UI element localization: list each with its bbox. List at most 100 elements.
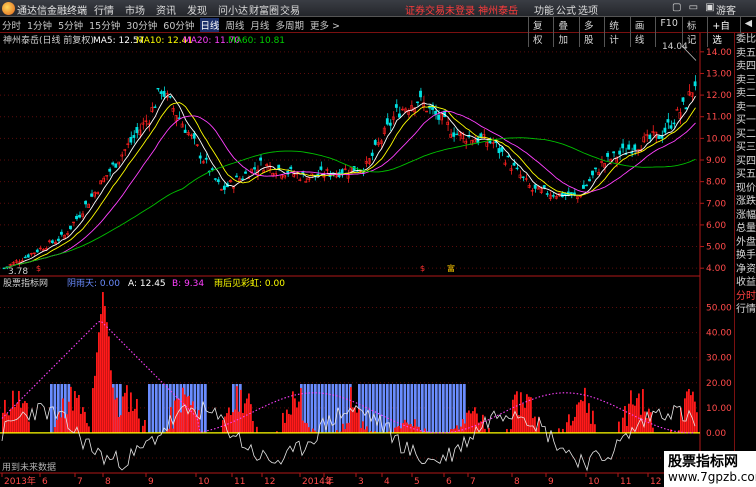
high-price-label: 14.04 <box>662 42 688 52</box>
red-bar <box>20 407 22 433</box>
red-bar <box>624 406 626 433</box>
side-field[interactable]: 行情 <box>735 303 756 317</box>
red-bar <box>292 391 294 433</box>
menu-quotes[interactable]: 行情 <box>94 2 125 17</box>
red-bar <box>54 427 56 433</box>
red-bar <box>136 398 138 433</box>
candle-body <box>60 231 63 235</box>
ind-tick-label: 40.00 <box>706 329 732 339</box>
rain-bar <box>328 384 331 433</box>
menu-ask[interactable]: 问小达 <box>218 2 249 17</box>
red-bar <box>12 390 14 433</box>
rain-bar <box>321 384 324 433</box>
candle-body <box>129 136 133 143</box>
low-price-label: 3.78 <box>8 267 28 277</box>
red-bar <box>586 412 588 433</box>
candle-body <box>222 185 226 190</box>
red-bar <box>186 396 188 433</box>
period-tab[interactable]: 15分钟 <box>89 18 120 32</box>
red-bar <box>130 392 132 433</box>
period-tab[interactable]: 5分钟 <box>58 18 83 32</box>
red-bar <box>304 422 306 433</box>
window-controls-icon[interactable]: ▢ ▭ ▣ <box>672 2 717 13</box>
period-tab[interactable]: 周线 <box>225 18 244 32</box>
red-bar <box>128 411 130 433</box>
menu-function[interactable]: 功能 <box>534 2 556 17</box>
candle-body <box>241 178 244 180</box>
red-bar <box>112 387 114 433</box>
rain-bar <box>379 384 382 433</box>
rain-bar <box>452 384 456 433</box>
red-bar <box>406 422 408 433</box>
red-bar <box>576 404 578 433</box>
red-bar <box>178 398 180 433</box>
candle-body <box>419 90 422 98</box>
login-alert[interactable]: 证券交易未登录 神州泰岳 <box>405 2 518 17</box>
period-tab[interactable]: 分时 <box>2 18 21 32</box>
red-bar <box>528 396 530 433</box>
kline-chart[interactable]: 神州泰岳(日线 前复权) MA5: 12.57MA10: 12.41MA20: 1… <box>0 33 756 487</box>
candle-body <box>521 176 525 178</box>
menu-news[interactable]: 资讯 <box>156 2 187 17</box>
red-bar <box>246 398 248 433</box>
menu-options[interactable]: 选项 <box>578 2 600 17</box>
app-logo-icon <box>2 2 15 15</box>
rainbow-label: 雨后见彩虹: 0.00 <box>214 278 285 289</box>
rain-bar <box>424 384 428 433</box>
candle-body <box>50 240 54 243</box>
rain-bar <box>393 384 396 433</box>
ma60-label: MA60: 10.81 <box>228 36 285 46</box>
candle-body <box>132 135 136 138</box>
red-bar <box>580 399 582 433</box>
side-field: 卖二 <box>736 88 756 99</box>
rain-bar <box>310 384 314 433</box>
candle-body <box>437 114 441 120</box>
rain-bar <box>335 384 338 433</box>
menu-discover[interactable]: 发现 <box>187 2 218 17</box>
candle-body <box>192 133 196 139</box>
red-bar <box>300 388 302 433</box>
red-bar <box>172 428 174 433</box>
red-bar <box>120 415 122 433</box>
red-bar <box>684 398 686 433</box>
menu-formula[interactable]: 公式 <box>556 2 578 17</box>
period-tab[interactable]: 多周期 <box>275 18 304 32</box>
candle-body <box>693 81 697 87</box>
red-bar <box>358 408 360 433</box>
period-tab[interactable]: 日线 <box>200 18 220 32</box>
rain-bar <box>53 384 57 433</box>
rain-bar <box>396 384 400 433</box>
red-bar <box>6 413 8 433</box>
red-bar <box>570 425 572 433</box>
period-tab[interactable]: 月线 <box>250 18 269 32</box>
candle-body <box>114 163 118 168</box>
time-tick-label: 12 <box>650 477 661 487</box>
red-bar <box>592 410 594 433</box>
menu-market[interactable]: 市场 <box>125 2 156 17</box>
guest-label[interactable]: 游客 <box>716 2 736 17</box>
menu-wealth[interactable]: 财富圈 <box>249 2 280 17</box>
menu-bar: 通达信金融终端 行情 市场 资讯 发现 问小达 财富圈 交易 证券交易未登录 神… <box>0 0 756 17</box>
event-marker: 富 <box>447 263 455 273</box>
side-field[interactable]: 分时 <box>735 290 756 304</box>
red-bar <box>466 412 468 433</box>
candle-body <box>156 87 160 90</box>
red-bar <box>578 402 580 433</box>
rain-bar <box>50 384 53 433</box>
period-tab[interactable]: 更多 > <box>310 18 340 32</box>
red-bar <box>106 322 108 433</box>
candle-body <box>216 179 220 183</box>
menu-trade[interactable]: 交易 <box>280 2 311 17</box>
candle-body <box>183 129 187 133</box>
red-bar <box>686 391 688 433</box>
red-bar <box>356 412 358 433</box>
period-tab[interactable]: 30分钟 <box>126 18 157 32</box>
candle-body <box>253 167 256 170</box>
period-tab[interactable]: 1分钟 <box>27 18 52 32</box>
period-tab[interactable]: 60分钟 <box>163 18 194 32</box>
red-bar <box>638 393 640 433</box>
red-bar <box>652 427 654 433</box>
candle-body <box>455 133 459 136</box>
red-bar <box>192 401 194 433</box>
candle-body <box>657 135 661 139</box>
